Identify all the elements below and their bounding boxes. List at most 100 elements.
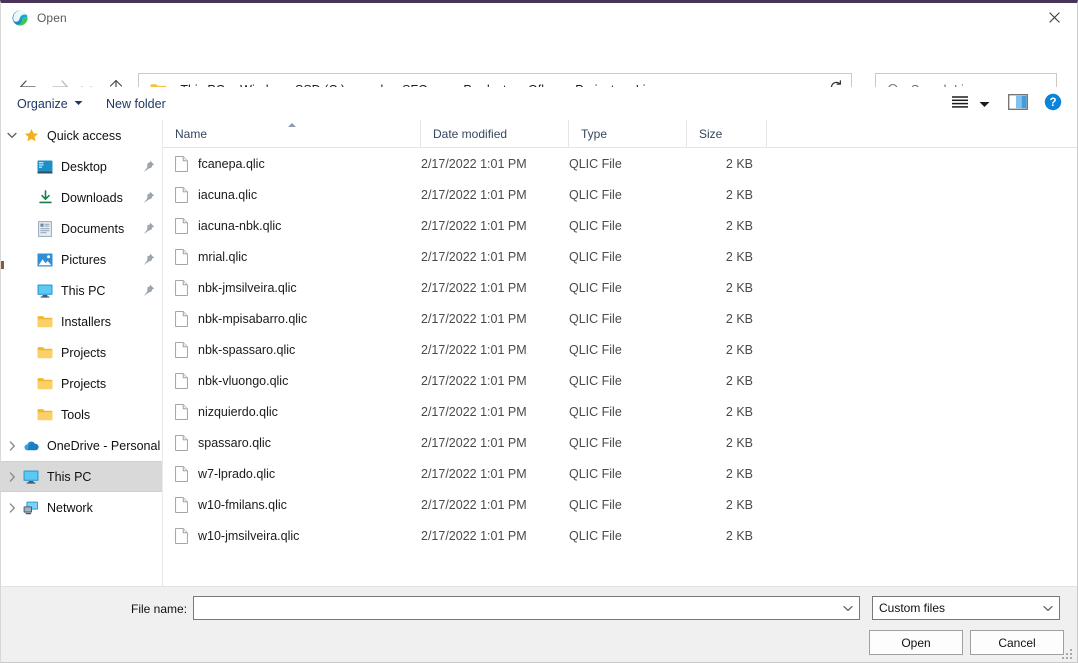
window-title: Open xyxy=(37,10,67,25)
table-row[interactable]: nizquierdo.qlic 2/17/2022 1:01 PM QLIC Fil… xyxy=(163,396,1077,427)
chevron-down-icon xyxy=(843,599,853,617)
view-dropdown-button[interactable] xyxy=(979,87,990,120)
column-header-label: Date modified xyxy=(433,126,508,141)
pin-icon[interactable] xyxy=(136,191,162,204)
resize-grip-icon[interactable] xyxy=(1062,649,1074,661)
sidebar-item-label: Documents xyxy=(61,221,125,236)
file-type-dropdown-button[interactable] xyxy=(1037,599,1059,617)
file-name-cell: spassaro.qlic xyxy=(163,434,421,451)
table-row[interactable]: nbk-mpisabarro.qlic 2/17/2022 1:01 PM QLIC… xyxy=(163,303,1077,334)
preview-pane-icon xyxy=(1008,94,1028,113)
folder-icon xyxy=(37,376,53,392)
chevron-right-icon[interactable] xyxy=(1,471,23,482)
file-type-cell: QLIC File xyxy=(569,342,622,357)
file-icon xyxy=(175,496,188,513)
file-name-cell: mrial.qlic xyxy=(163,248,421,265)
file-name-text: nizquierdo.qlic xyxy=(198,404,278,419)
sidebar-item-this-pc[interactable]: This PC xyxy=(1,275,162,306)
open-button[interactable]: Open xyxy=(869,630,963,655)
sidebar-item-downloads[interactable]: Downloads xyxy=(1,182,162,213)
column-header-label: Name xyxy=(175,126,208,141)
organize-button[interactable]: Organize xyxy=(17,87,83,120)
file-date-cell: 2/17/2022 1:01 PM xyxy=(421,187,527,202)
file-size-cell: 2 KB xyxy=(725,404,753,419)
chevron-right-icon[interactable] xyxy=(1,440,23,451)
preview-pane-button[interactable] xyxy=(1008,87,1028,120)
close-button[interactable] xyxy=(1032,3,1077,32)
pin-icon[interactable] xyxy=(136,160,162,173)
table-row[interactable]: nbk-spassaro.qlic 2/17/2022 1:01 PM QLIC F… xyxy=(163,334,1077,365)
chevron-down-icon[interactable] xyxy=(1,132,23,139)
file-size-cell: 2 KB xyxy=(725,156,753,171)
sidebar-item-installers[interactable]: Installers xyxy=(1,306,162,337)
sidebar-item-tools[interactable]: Tools xyxy=(1,399,162,430)
sidebar-item-desktop[interactable]: Desktop xyxy=(1,151,162,182)
file-size-cell: 2 KB xyxy=(725,342,753,357)
sidebar-item-quick-access[interactable]: Quick access xyxy=(1,120,162,151)
sidebar-item-documents[interactable]: Documents xyxy=(1,213,162,244)
column-header-name[interactable]: Name xyxy=(163,120,421,147)
chevron-right-icon[interactable] xyxy=(1,502,23,513)
file-date-cell: 2/17/2022 1:01 PM xyxy=(421,311,527,326)
file-name-text: nbk-jmsilveira.qlic xyxy=(198,280,297,295)
sidebar-item-pictures[interactable]: Pictures xyxy=(1,244,162,275)
pictures-icon xyxy=(37,252,53,268)
help-button[interactable]: ? xyxy=(1044,87,1062,120)
file-name-dropdown-button[interactable] xyxy=(837,599,859,617)
file-name-cell: w10-jmsilveira.qlic xyxy=(163,527,421,544)
file-type-filter[interactable]: Custom files xyxy=(872,596,1060,620)
pin-icon[interactable] xyxy=(136,284,162,297)
file-size-cell: 2 KB xyxy=(725,311,753,326)
help-icon: ? xyxy=(1044,93,1062,114)
column-headers: Name Date modified Type Size xyxy=(163,120,1077,148)
table-row[interactable]: nbk-jmsilveira.qlic 2/17/2022 1:01 PM QLIC… xyxy=(163,272,1077,303)
table-row[interactable]: fcanepa.qlic 2/17/2022 1:01 PM QLIC File 2 … xyxy=(163,148,1077,179)
sidebar-item-this-pc[interactable]: This PC xyxy=(1,461,162,492)
file-date-cell: 2/17/2022 1:01 PM xyxy=(421,497,527,512)
table-row[interactable]: w10-jmsilveira.qlic 2/17/2022 1:01 PM QLIC… xyxy=(163,520,1077,551)
open-file-dialog: Open Organize New folder ? Quick access … xyxy=(0,0,1078,663)
pin-icon[interactable] xyxy=(136,222,162,235)
file-icon xyxy=(175,217,188,234)
network-icon xyxy=(23,500,39,516)
view-options-button[interactable] xyxy=(951,87,969,120)
table-row[interactable]: w10-fmilans.qlic 2/17/2022 1:01 PM QLIC Fi… xyxy=(163,489,1077,520)
sidebar-item-projects[interactable]: Projects xyxy=(1,337,162,368)
sidebar-item-label: Pictures xyxy=(61,252,107,267)
file-name-cell: nizquierdo.qlic xyxy=(163,403,421,420)
table-row[interactable]: spassaro.qlic 2/17/2022 1:01 PM QLIC File 2… xyxy=(163,427,1077,458)
table-row[interactable]: w7-lprado.qlic 2/17/2022 1:01 PM QLIC File… xyxy=(163,458,1077,489)
table-row[interactable]: iacuna-nbk.qlic 2/17/2022 1:01 PM QLIC Fil… xyxy=(163,210,1077,241)
sidebar-item-onedrive-personal[interactable]: OneDrive - Personal xyxy=(1,430,162,461)
file-size-cell: 2 KB xyxy=(725,187,753,202)
edge-icon xyxy=(12,10,28,26)
cancel-button[interactable]: Cancel xyxy=(970,630,1064,655)
pin-icon[interactable] xyxy=(136,253,162,266)
column-header-type[interactable]: Type xyxy=(569,120,687,147)
file-type-filter-value: Custom files xyxy=(879,601,946,615)
file-name-cell: nbk-jmsilveira.qlic xyxy=(163,279,421,296)
sidebar-item-projects[interactable]: Projects xyxy=(1,368,162,399)
column-header-size[interactable]: Size xyxy=(687,120,767,147)
column-header-label: Type xyxy=(581,126,608,141)
sidebar-item-network[interactable]: Network xyxy=(1,492,162,523)
window-edge-artifact xyxy=(1,261,4,269)
navigation-sidebar[interactable]: Quick access Desktop Downloads Documents Pic… xyxy=(1,120,163,586)
new-folder-label: New folder xyxy=(106,96,166,111)
file-icon xyxy=(175,186,188,203)
file-type-cell: QLIC File xyxy=(569,311,622,326)
column-header-date-modified[interactable]: Date modified xyxy=(421,120,569,147)
file-type-cell: QLIC File xyxy=(569,156,622,171)
new-folder-button[interactable]: New folder xyxy=(106,87,166,120)
star-icon xyxy=(23,128,39,144)
file-icon xyxy=(175,372,188,389)
file-date-cell: 2/17/2022 1:01 PM xyxy=(421,280,527,295)
table-row[interactable]: nbk-vluongo.qlic 2/17/2022 1:01 PM QLIC Fi… xyxy=(163,365,1077,396)
file-name-label: File name: xyxy=(131,602,188,616)
table-row[interactable]: iacuna.qlic 2/17/2022 1:01 PM QLIC File 2 K… xyxy=(163,179,1077,210)
table-row[interactable]: mrial.qlic 2/17/2022 1:01 PM QLIC File 2 KB xyxy=(163,241,1077,272)
sidebar-item-label: Tools xyxy=(61,407,91,422)
file-name-text: w10-jmsilveira.qlic xyxy=(198,528,300,543)
file-name-input[interactable] xyxy=(194,597,837,619)
file-name-combobox[interactable] xyxy=(193,596,860,620)
